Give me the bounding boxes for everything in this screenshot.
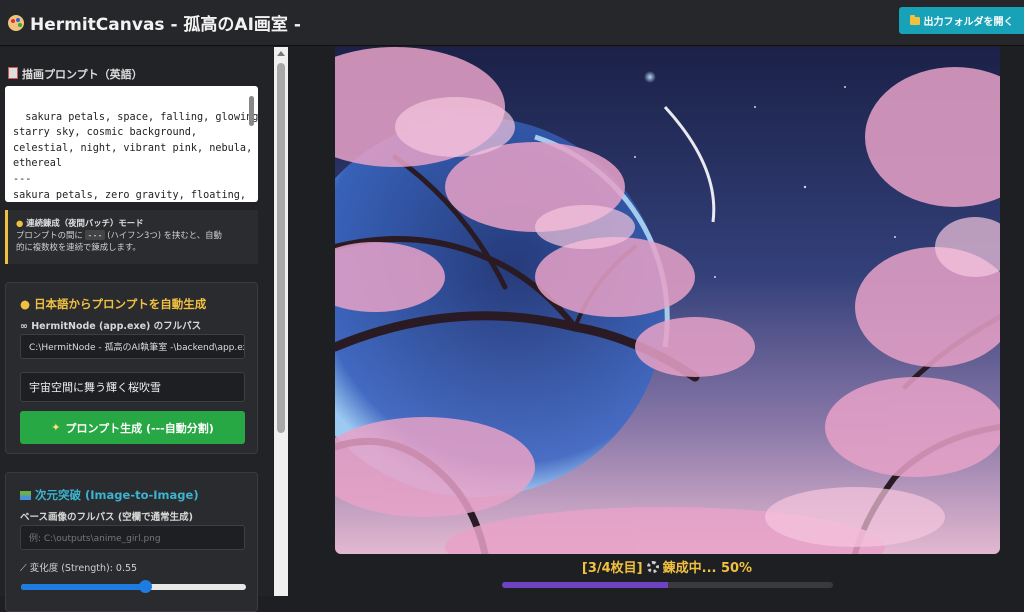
app-path-label: ∞ HermitNode (app.exe) のフルパス — [20, 321, 202, 332]
app-header: HermitCanvas - 孤高のAI画室 - 出力フォルダを開く — [0, 0, 1024, 46]
separator-code: --- — [85, 230, 105, 240]
memo-icon — [8, 67, 18, 79]
image-icon — [20, 491, 31, 500]
auto-prompt-card: ● 日本語からプロンプトを自動生成 ∞ HermitNode (app.exe)… — [5, 282, 258, 454]
open-output-folder-label: 出力フォルダを開く — [923, 17, 1014, 28]
app-title: HermitCanvas - 孤高のAI画室 - — [8, 10, 301, 35]
progress-fill — [502, 582, 668, 588]
strength-slider-thumb[interactable] — [138, 580, 152, 593]
img2img-card: 次元突破 (Image-to-Image) ベース画像のフルパス (空欄で通常生… — [5, 472, 258, 612]
strength-label: ⟋ 変化度 (Strength): 0.55 — [20, 563, 138, 574]
status-progress-text: 錬成中... 50% — [662, 561, 753, 576]
sidebar-scrollbar[interactable] — [274, 47, 288, 596]
folder-icon — [909, 14, 920, 25]
palette-icon — [8, 14, 24, 31]
base-image-label: ベース画像のフルパス (空欄で通常生成) — [20, 512, 194, 523]
lightbulb-icon: ● — [16, 218, 24, 228]
batch-mode-title: 連続錬成（夜間バッチ）モード — [26, 218, 144, 228]
prompt-section-label: 描画プロンプト（英語） — [8, 66, 143, 82]
scroll-up-arrow[interactable] — [277, 51, 285, 56]
base-image-input[interactable]: 例: C:\outputs\anime_girl.png — [20, 525, 245, 550]
prompt-textarea[interactable]: sakura petals, space, falling, glowing, … — [5, 86, 258, 202]
generation-progress-bar — [502, 582, 833, 588]
open-output-folder-button[interactable]: 出力フォルダを開く — [899, 7, 1024, 34]
app-title-text: HermitCanvas - 孤高のAI画室 - — [30, 15, 301, 35]
batch-mode-info: ● 連続錬成（夜間バッチ）モード プロンプトの間に --- (ハイフン3つ) を… — [5, 210, 258, 264]
lightbulb-icon: ● — [20, 297, 31, 311]
app-path-input[interactable]: C:\HermitNode - 孤高のAI執筆室 -\backend\app.e… — [20, 334, 245, 359]
prompt-textarea-scrollbar[interactable] — [246, 88, 256, 198]
sparkles-icon: ✦ — [51, 421, 61, 434]
img2img-title: 次元突破 (Image-to-Image) — [20, 487, 199, 503]
generation-status: [3/4枚目] 錬成中... 50% — [567, 557, 767, 576]
gear-icon — [646, 560, 659, 573]
sidebar-scroll-thumb[interactable] — [277, 63, 285, 433]
auto-prompt-title: ● 日本語からプロンプトを自動生成 — [20, 297, 207, 311]
japanese-prompt-input[interactable]: 宇宙空間に舞う輝く桜吹雪 — [20, 372, 245, 402]
strength-slider[interactable] — [21, 580, 246, 593]
status-batch-count: [3/4枚目] — [581, 561, 643, 576]
prompt-text: sakura petals, space, falling, glowing, … — [13, 111, 258, 201]
generate-prompt-button[interactable]: ✦ プロンプト生成 (---自動分割) — [20, 411, 245, 444]
generated-image-art — [335, 47, 1000, 554]
generated-image — [335, 47, 1000, 554]
link-icon: ∞ — [20, 321, 28, 332]
wand-icon: ⟋ — [20, 563, 27, 574]
